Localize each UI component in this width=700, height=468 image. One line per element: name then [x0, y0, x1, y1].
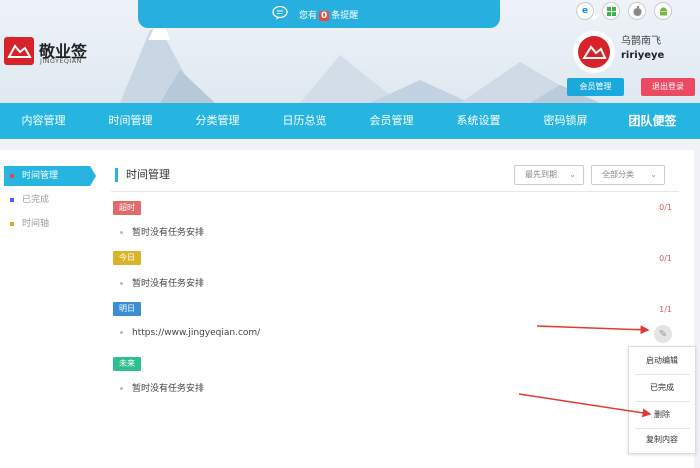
avatar[interactable]	[573, 31, 615, 73]
notification-bar[interactable]: 您有 0 条提醒	[138, 0, 600, 28]
group-tag-today: 今日	[113, 251, 141, 265]
list-item[interactable]: https://www.jingyeqian.com/	[120, 328, 260, 338]
category-select[interactable]: 全部分类 ⌄	[591, 165, 665, 185]
task-text: 暂时没有任务安排	[132, 279, 205, 289]
nav-item-member[interactable]: 会员管理	[348, 103, 435, 139]
windows-icon[interactable]	[602, 2, 620, 20]
user-name: 乌鹊南飞	[621, 36, 661, 47]
user-id: ririyeye	[621, 50, 665, 61]
task-text: https://www.jingyeqian.com/	[132, 328, 261, 338]
menu-item-complete[interactable]: 已完成	[629, 375, 695, 401]
list-item[interactable]: 暂时没有任务安排	[120, 381, 204, 394]
nav-item-calendar[interactable]: 日历总览	[261, 103, 348, 139]
list-item[interactable]: 暂时没有任务安排	[120, 225, 204, 238]
platform-icons: e	[576, 2, 672, 20]
notice-count-badge: 0	[319, 11, 330, 21]
task-text: 暂时没有任务安排	[132, 384, 205, 394]
group-count-today: 0/1	[659, 254, 672, 263]
sidebar-item-label: 时间轴	[22, 219, 50, 229]
group-count-tomorrow: 1/1	[659, 305, 672, 314]
category-select-value: 全部分类	[602, 170, 634, 179]
nav-item-category[interactable]: 分类管理	[174, 103, 261, 139]
group-tag-tomorrow: 明日	[113, 302, 141, 316]
chevron-down-icon: ⌄	[650, 170, 657, 179]
nav-item-content[interactable]: 内容管理	[0, 103, 87, 139]
bullet-icon	[120, 231, 123, 234]
bullet-icon	[120, 387, 123, 390]
sort-select-value: 最先到期	[525, 170, 557, 179]
menu-item-start-edit[interactable]: 启动编辑	[629, 348, 695, 374]
notice-suffix: 条提醒	[331, 11, 359, 21]
avatar-image	[578, 36, 610, 68]
group-count-overdue: 0/1	[659, 203, 672, 212]
logout-button[interactable]: 退出登录	[641, 78, 695, 96]
bullet-icon	[120, 331, 123, 334]
red-dot-icon	[10, 174, 14, 178]
android-icon[interactable]	[654, 2, 672, 20]
orange-dot-icon	[10, 222, 14, 226]
sidebar-item-label: 时间管理	[22, 171, 59, 181]
bullet-icon	[120, 282, 123, 285]
sidebar-item-label: 已完成	[22, 195, 50, 205]
sidebar-item-timeline[interactable]: 时间轴	[4, 214, 90, 234]
divider	[111, 191, 679, 192]
edit-pencil-icon[interactable]: ✎	[654, 325, 672, 343]
sidebar-item-time-management[interactable]: 时间管理	[4, 166, 96, 186]
brand-subtitle: JINGYEQIAN	[40, 57, 82, 65]
main-nav: 内容管理 时间管理 分类管理 日历总览 会员管理 系统设置 密码锁屏 团队便签	[0, 103, 700, 139]
nav-item-settings[interactable]: 系统设置	[435, 103, 522, 139]
context-menu: 启动编辑 已完成 删除 复制内容	[628, 346, 696, 454]
brand-logo-icon[interactable]	[4, 37, 34, 65]
sort-select[interactable]: 最先到期 ⌄	[514, 165, 584, 185]
menu-item-delete[interactable]: 删除	[629, 402, 695, 428]
task-text: 暂时没有任务安排	[132, 228, 205, 238]
sidebar-item-completed[interactable]: 已完成	[4, 190, 90, 210]
ie-icon[interactable]: e	[576, 2, 594, 20]
group-tag-overdue: 超时	[113, 201, 141, 215]
notice-text: 您有 0 条提醒	[299, 8, 358, 21]
member-management-button[interactable]: 会员管理	[567, 78, 624, 96]
notice-prefix: 您有	[299, 11, 318, 21]
nav-item-time[interactable]: 时间管理	[87, 103, 174, 139]
nav-item-team-notes[interactable]: 团队便签	[609, 103, 696, 139]
sidebar: 时间管理 已完成 时间轴	[0, 150, 96, 468]
main-panel: 时间管理 最先到期 ⌄ 全部分类 ⌄ 超时 0/1 暂时没有任务安排 今日 0/…	[96, 150, 694, 468]
page-title: 时间管理	[115, 168, 170, 182]
chat-icon	[272, 6, 288, 20]
list-item[interactable]: 暂时没有任务安排	[120, 276, 204, 289]
apple-icon[interactable]	[628, 2, 646, 20]
blue-dot-icon	[10, 198, 14, 202]
group-tag-future: 未来	[113, 357, 141, 371]
header: 您有 0 条提醒 敬业签 JINGYEQIAN e 乌鹊南飞 ririyeye 会员…	[0, 0, 700, 103]
menu-item-copy[interactable]: 复制内容	[629, 427, 695, 453]
chevron-down-icon: ⌄	[569, 170, 576, 179]
nav-item-password-lock[interactable]: 密码锁屏	[522, 103, 609, 139]
